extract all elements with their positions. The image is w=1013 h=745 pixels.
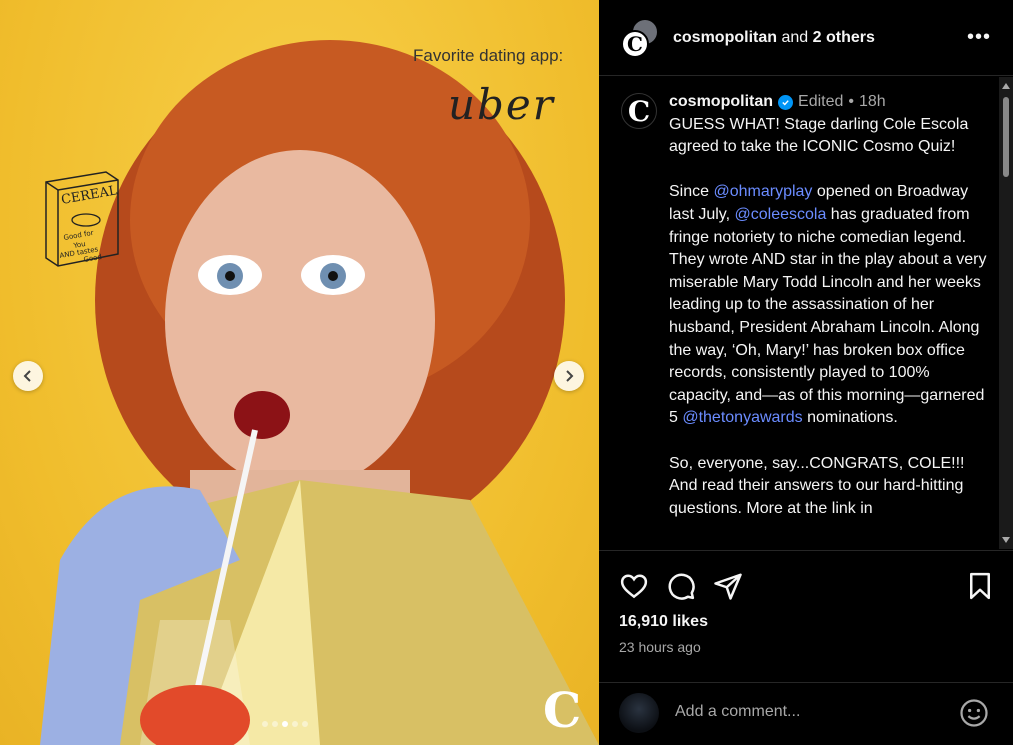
caption-body: cosmopolitan Edited • 18h GUESS WHAT! St…: [669, 91, 987, 543]
edited-label: Edited: [798, 93, 844, 110]
header-username[interactable]: cosmopolitan: [673, 29, 777, 46]
carousel-prev-button[interactable]: [13, 361, 43, 391]
comment-icon[interactable]: [666, 571, 696, 601]
more-options-button[interactable]: •••: [967, 26, 991, 49]
chevron-right-icon: [566, 370, 574, 382]
mention-link[interactable]: @thetonyawards: [682, 409, 802, 426]
heart-icon[interactable]: [619, 571, 649, 601]
post-sidebar: C cosmopolitan and 2 others ••• C cosmop…: [599, 0, 1013, 745]
verified-badge-icon: [778, 94, 794, 110]
carousel-dot: [292, 721, 298, 727]
cereal-line1: Good for: [63, 229, 94, 242]
comment-input[interactable]: [675, 703, 945, 721]
carousel-dot-active: [282, 721, 288, 727]
avatar: C: [621, 29, 649, 58]
carousel-next-button[interactable]: [554, 361, 584, 391]
caption-text: nominations.: [802, 409, 898, 427]
post-timestamp: 23 hours ago: [619, 639, 701, 655]
mention-link[interactable]: @ohmaryplay: [713, 183, 812, 200]
chevron-left-icon: [23, 370, 31, 382]
scroll-down-icon[interactable]: [1002, 537, 1010, 543]
likes-count[interactable]: 16,910 likes: [619, 613, 708, 631]
header-joiner: and: [781, 28, 809, 46]
post-actions: 16,910 likes 23 hours ago: [599, 550, 1013, 690]
scroll-thumb[interactable]: [1003, 97, 1009, 177]
bookmark-icon[interactable]: [965, 571, 995, 601]
carousel-dot: [262, 721, 268, 727]
header-title: cosmopolitan and 2 others: [673, 29, 875, 47]
caption-paragraph: Since @ohmaryplay opened on Broadway las…: [669, 181, 987, 430]
header-others[interactable]: 2 others: [813, 29, 875, 46]
emoji-icon[interactable]: [959, 698, 989, 728]
mention-link[interactable]: @coleescola: [735, 206, 827, 223]
brand-watermark: C: [543, 683, 582, 739]
caption-text: has graduated from fringe notoriety to n…: [669, 205, 987, 427]
cereal-title: CEREAL: [60, 183, 119, 208]
caption-username[interactable]: cosmopolitan: [669, 91, 773, 114]
action-row: [619, 571, 743, 601]
carousel-dot: [272, 721, 278, 727]
share-icon[interactable]: [713, 571, 743, 601]
avatar[interactable]: C: [621, 93, 657, 129]
caption-scrollbar[interactable]: [999, 77, 1013, 549]
scroll-up-icon[interactable]: [1002, 83, 1010, 89]
cereal-box-doodle: CEREAL Good for You AND tastes Good: [45, 171, 119, 267]
caption-time[interactable]: 18h: [859, 91, 886, 114]
post-media-carousel[interactable]: Favorite dating app: uber CEREAL Good fo…: [0, 0, 599, 745]
caption-header: cosmopolitan Edited • 18h: [669, 91, 987, 114]
avatar: [619, 693, 659, 733]
carousel-dot: [302, 721, 308, 727]
caption-paragraph: So, everyone, say...CONGRATS, COLE!!! An…: [669, 454, 965, 517]
post-header: C cosmopolitan and 2 others •••: [599, 0, 1013, 76]
quiz-question: Favorite dating app:: [413, 46, 564, 65]
caption-paragraph: GUESS WHAT! Stage darling Cole Escola ag…: [669, 115, 969, 156]
caption-text: Since: [669, 183, 714, 201]
comment-composer: [599, 682, 1013, 745]
carousel-indicator: [262, 721, 308, 727]
collab-avatars[interactable]: C: [621, 17, 661, 58]
caption-area[interactable]: C cosmopolitan Edited • 18h GUESS WHAT! …: [599, 77, 1013, 549]
meta-separator: •: [848, 93, 854, 110]
quiz-answer: uber: [448, 80, 555, 129]
